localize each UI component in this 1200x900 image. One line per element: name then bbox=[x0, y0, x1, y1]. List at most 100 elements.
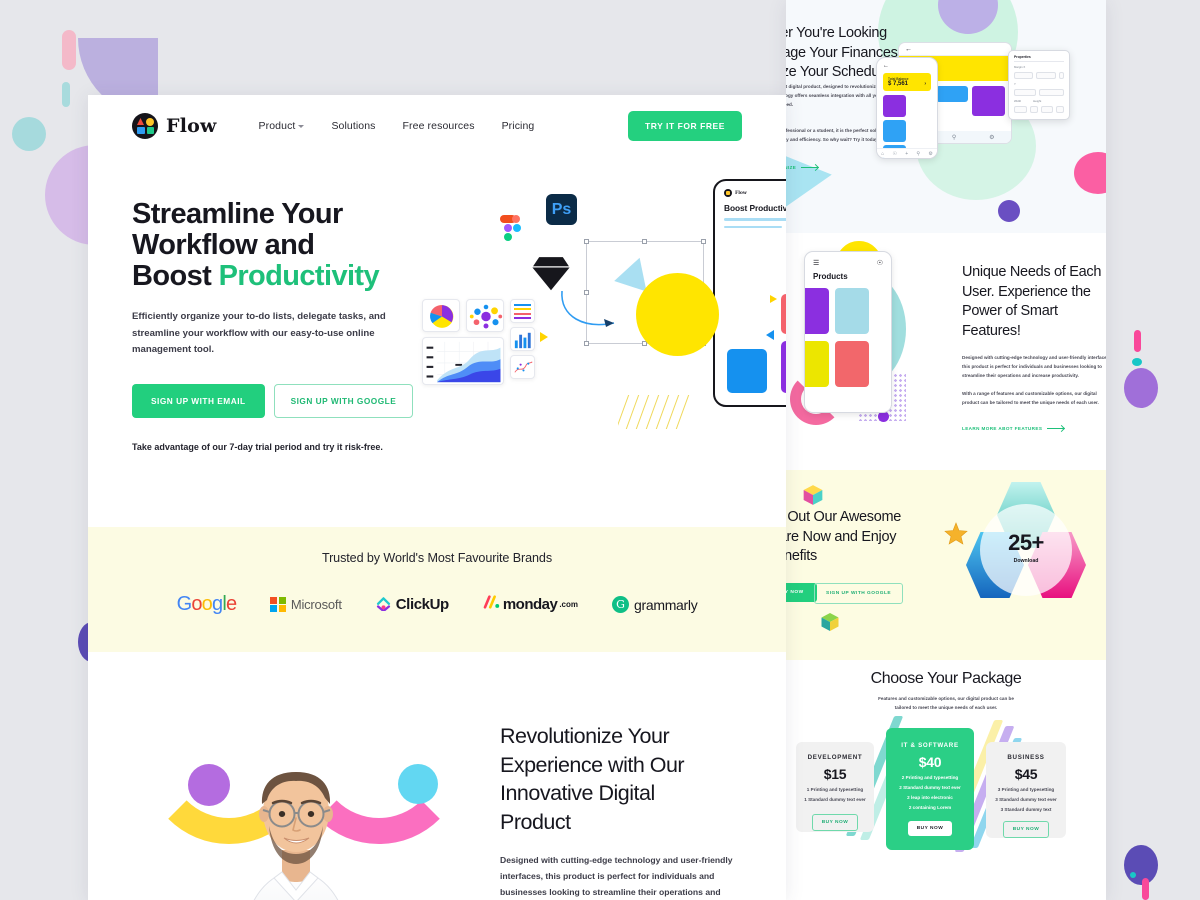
plan-feature: 3 Standard dummy text ever bbox=[995, 797, 1057, 802]
monday-logo: monday .com bbox=[483, 595, 578, 614]
pricing-card-business[interactable]: BUSINESS $45 3 Printing and typesetting … bbox=[986, 742, 1066, 838]
section-body-smart-1: Designed with cutting-edge technology an… bbox=[962, 355, 1106, 379]
clickup-logo: ClickUp bbox=[376, 593, 449, 616]
buy-now-button[interactable]: BUY NOW bbox=[786, 583, 817, 602]
plan-name: DEVELOPMENT bbox=[807, 754, 863, 761]
hero-title-line-1: Streamline Your bbox=[132, 198, 343, 230]
nav-item-product[interactable]: Product bbox=[259, 120, 305, 132]
phone-brand: Flow bbox=[735, 190, 747, 196]
brands-logo-row: Google Microsoft ClickUp monday .com G g… bbox=[88, 593, 786, 616]
plan-price: $15 bbox=[823, 766, 847, 782]
secondary-page-preview: Whether You're Looking to Manage Your Fi… bbox=[786, 0, 1106, 900]
back-arrow-icon: ← bbox=[883, 63, 889, 69]
deco-yellow-triangle-sm bbox=[540, 332, 548, 342]
plan-buy-button[interactable]: BUY NOW bbox=[811, 814, 859, 831]
hero-copy: Streamline Your Workflow and Boost Produ… bbox=[88, 198, 418, 527]
properties-panel-mockup: Properties Margin X Y Width Height bbox=[1008, 50, 1070, 120]
section-manage-finances: Whether You're Looking to Manage Your Fi… bbox=[786, 0, 1106, 233]
section-awesome-software: Check Out Our Awesome Software Now and E… bbox=[786, 470, 1106, 660]
pricing-subtitle-1: Features and customizable options, our d… bbox=[878, 696, 1014, 701]
nav-item-free-resources[interactable]: Free resources bbox=[403, 120, 475, 132]
brand-logo[interactable]: Flow bbox=[132, 113, 217, 139]
title-line-1: Unique Needs of Each bbox=[962, 264, 1102, 280]
cube-icon-top bbox=[802, 484, 824, 506]
title-line-4: Features! bbox=[962, 322, 1021, 339]
plan-feature: 2 Printing and typesetting bbox=[901, 775, 959, 780]
widget-list-rows bbox=[510, 299, 535, 323]
title-line-3: Organize Your Schedule bbox=[786, 64, 890, 81]
hero-subtitle: Efficiently organize your to-do lists, d… bbox=[132, 311, 386, 356]
title-line-1: Revolutionize Your bbox=[500, 724, 670, 748]
menu-icon: ☰ bbox=[813, 260, 820, 267]
deco-teal-pill bbox=[62, 82, 70, 107]
brand-name: Flow bbox=[166, 115, 217, 137]
deco-hatch-lines bbox=[618, 395, 692, 429]
back-arrow-icon: ← bbox=[905, 45, 912, 53]
title-line-3: the Benefits bbox=[786, 548, 817, 565]
link-learn-more-features[interactable]: LEARN MORE ABOT FEATURES bbox=[962, 426, 1065, 431]
arrow-right-icon bbox=[801, 167, 819, 168]
plan-buy-button[interactable]: BUY NOW bbox=[907, 821, 953, 836]
nav-item-pricing[interactable]: Pricing bbox=[502, 120, 535, 132]
pricing-card-it-software[interactable]: IT & SOFTWARE $40 2 Printing and typeset… bbox=[886, 728, 974, 850]
title-line-2: User. Experience the bbox=[962, 283, 1091, 300]
title-line-1: Check Out Our Awesome bbox=[786, 509, 902, 525]
navbar: Flow Product Solutions Free resources Pr… bbox=[88, 95, 786, 157]
tile-blue bbox=[727, 349, 767, 393]
bell-icon: ☉ bbox=[876, 260, 883, 267]
section-smart-features: ☰ ☉ Products Unique Needs of Each User. … bbox=[786, 233, 1106, 470]
widget-pie-chart bbox=[422, 299, 460, 332]
plan-price: $40 bbox=[918, 754, 942, 770]
gear-icon: ⚙ bbox=[928, 150, 933, 157]
deco-teal-dot-right bbox=[1132, 358, 1142, 366]
deco-purple-circle-right-mid bbox=[1124, 368, 1158, 408]
try-it-for-free-button[interactable]: TRY IT FOR FREE bbox=[627, 111, 742, 141]
widget-area-chart bbox=[422, 337, 504, 385]
deco-pink-blob-sm bbox=[1074, 152, 1106, 194]
plan-buy-button[interactable]: BUY NOW bbox=[1002, 821, 1050, 838]
tile-purple bbox=[781, 341, 786, 393]
widget-bar-chart bbox=[510, 327, 535, 351]
deco-pink-bar-right bbox=[1134, 330, 1141, 352]
plus-icon: + bbox=[905, 150, 909, 157]
curved-arrow-icon bbox=[561, 290, 615, 327]
revolutionize-section: Revolutionize Your Experience with Our I… bbox=[88, 652, 786, 900]
plan-name: BUSINESS bbox=[1007, 754, 1045, 761]
pricing-title: Choose Your Package bbox=[870, 670, 1022, 687]
phone-mockup-products: ☰ ☉ Products bbox=[804, 251, 892, 413]
nav-item-solutions[interactable]: Solutions bbox=[331, 120, 375, 132]
deco-cyan-triangle bbox=[786, 136, 832, 210]
widget-scatter-chart bbox=[510, 355, 535, 379]
sketch-icon bbox=[530, 254, 572, 292]
figma-icon bbox=[496, 215, 528, 263]
products-title: Products bbox=[813, 272, 848, 281]
plan-feature: 3 Printing and typesetting bbox=[997, 787, 1055, 792]
monday-label: monday bbox=[502, 596, 558, 613]
signup-google-button[interactable]: SIGN UP WITH GOOGLE bbox=[814, 583, 904, 604]
properties-title: Properties bbox=[1014, 55, 1064, 62]
link-lets-get-organize[interactable]: LET'S GET ORGANIZE bbox=[786, 165, 819, 170]
home-icon: ⌂ bbox=[881, 150, 885, 157]
signup-email-button[interactable]: SIGN UP WITH EMAIL bbox=[132, 383, 265, 418]
pricing-card-development[interactable]: DEVELOPMENT $15 1 Printing and typesetti… bbox=[796, 742, 874, 832]
balance-value: $ 7,561 bbox=[888, 81, 909, 87]
hero-title-line-3: Boost bbox=[132, 260, 219, 293]
plan-feature: 2 leap into electronic bbox=[907, 795, 953, 800]
phone-mockup-finance: ← Total Balance $ 7,561 › ⌂ ☉ + ⚲ ⚙ bbox=[876, 57, 938, 159]
search-icon: ⚲ bbox=[951, 134, 957, 141]
photoshop-icon: Ps bbox=[546, 194, 577, 225]
deco-pink-pill bbox=[62, 30, 76, 70]
screenshot-stage: Whether You're Looking to Manage Your Fi… bbox=[0, 0, 1200, 900]
deco-teal-dot-right-bottom bbox=[1130, 872, 1136, 878]
badge-value: 25+ bbox=[1008, 530, 1044, 555]
grammarly-label: grammarly bbox=[634, 596, 698, 613]
download-badge-hexagon: 25+ Download bbox=[960, 482, 1092, 642]
link-label: LET'S GET ORGANIZE bbox=[786, 165, 797, 170]
microsoft-label: Microsoft bbox=[290, 597, 342, 612]
signup-google-button[interactable]: SIGN UP WITH GOOGLE bbox=[273, 383, 414, 418]
plan-feature: 3 Standard dummy text bbox=[1000, 807, 1052, 812]
plan-name: IT & SOFTWARE bbox=[901, 742, 959, 749]
plan-price: $45 bbox=[1014, 766, 1038, 782]
section-pricing: Choose Your Package Features and customi… bbox=[786, 660, 1106, 900]
microsoft-squares-icon bbox=[270, 596, 286, 613]
